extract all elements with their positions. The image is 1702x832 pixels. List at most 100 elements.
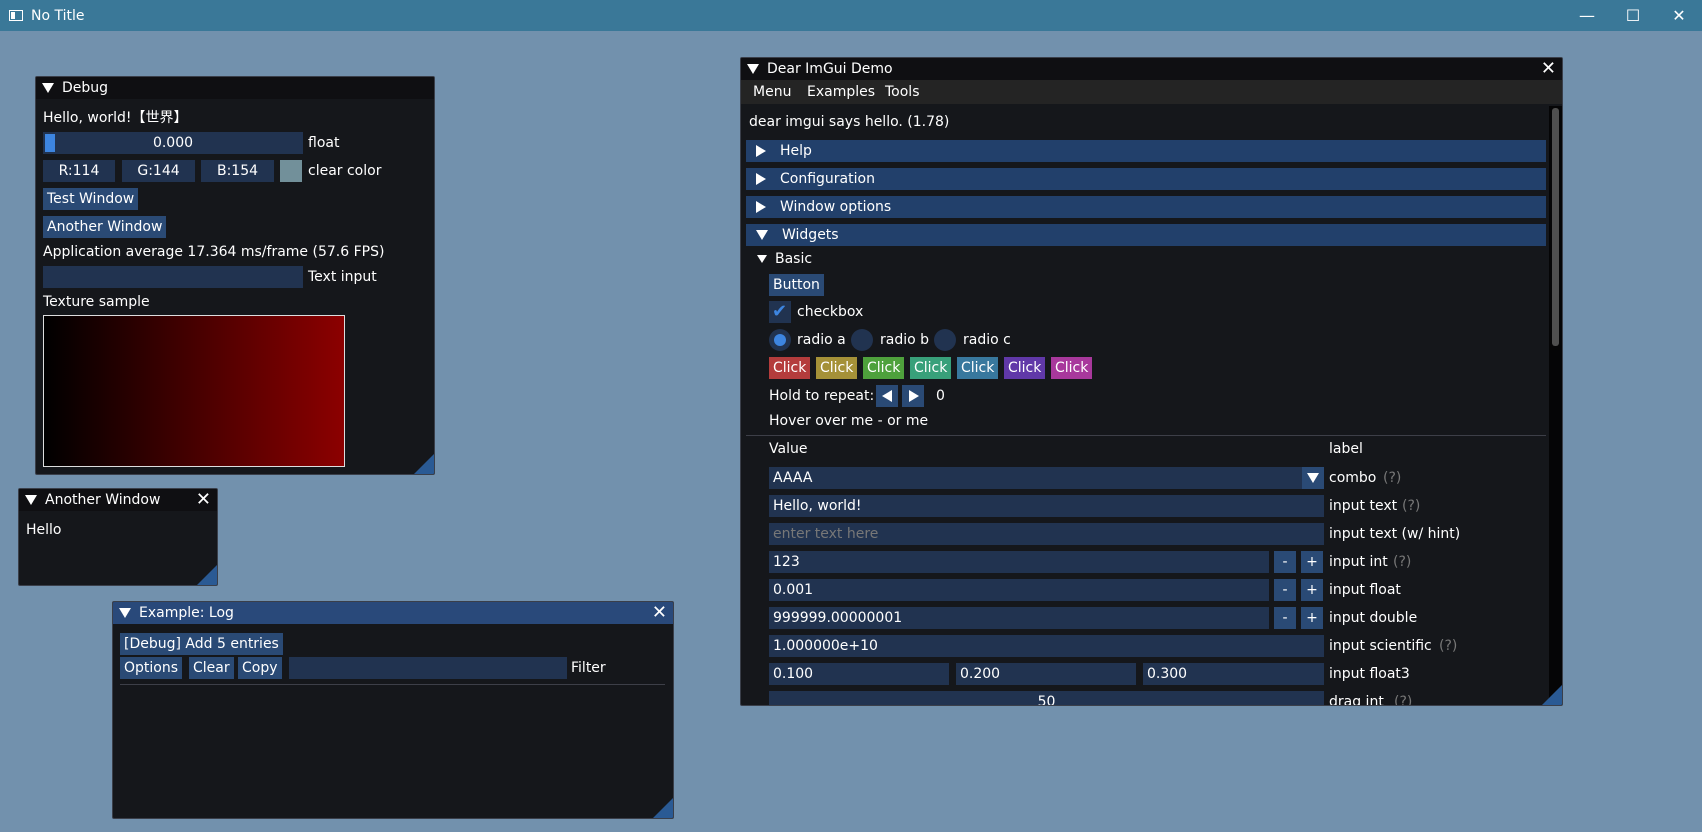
another-window-title-bar[interactable]: Another Window ✕: [19, 489, 217, 511]
input-float-field[interactable]: 0.001: [769, 579, 1269, 601]
float-minus-button[interactable]: -: [1274, 579, 1296, 601]
combo-label: combo: [1329, 470, 1377, 486]
drag-int-field[interactable]: 50: [769, 691, 1324, 705]
help-marker-input-scientific[interactable]: (?): [1439, 636, 1457, 656]
checkbox-label: checkbox: [797, 304, 864, 320]
resize-grip[interactable]: [1542, 685, 1562, 705]
float-label: float: [308, 135, 340, 151]
arrow-right-icon: [756, 145, 766, 157]
hover-text[interactable]: Hover over me - or me: [769, 411, 928, 431]
another-window-button[interactable]: Another Window: [43, 216, 167, 238]
debug-window-title-bar[interactable]: Debug: [36, 77, 434, 99]
hello-world-text: Hello, world!【世界】: [43, 110, 188, 126]
maximize-button[interactable]: ☐: [1610, 0, 1656, 31]
close-button[interactable]: ✕: [1656, 0, 1702, 31]
help-marker-input-int[interactable]: (?): [1393, 552, 1411, 572]
input-hint-field[interactable]: enter text here: [769, 523, 1324, 545]
click-button-3[interactable]: Click: [863, 357, 905, 379]
checkbox-box[interactable]: ✔: [769, 301, 791, 323]
collapse-triangle-icon[interactable]: [25, 495, 37, 505]
arrow-down-icon: [757, 255, 767, 263]
log-content-area[interactable]: [120, 688, 665, 806]
demo-scrollbar-thumb[interactable]: [1552, 108, 1559, 346]
click-button-4[interactable]: Click: [910, 357, 952, 379]
tree-node-basic[interactable]: Basic: [757, 249, 812, 269]
os-title-bar: No Title — ☐ ✕: [0, 0, 1702, 31]
filter-input[interactable]: [289, 657, 567, 679]
input-double-label: input double: [1329, 610, 1418, 626]
close-icon[interactable]: ✕: [196, 490, 211, 510]
arrow-left-icon: [882, 390, 892, 402]
color-g-field[interactable]: G:144: [122, 160, 195, 182]
add-entries-button[interactable]: [Debug] Add 5 entries: [120, 633, 283, 655]
click-button-1[interactable]: Click: [769, 357, 811, 379]
collapse-triangle-icon[interactable]: [747, 64, 759, 74]
combo-arrow-button[interactable]: [1302, 467, 1324, 489]
float-slider[interactable]: 0.000: [43, 132, 303, 154]
combo-value: AAAA: [773, 470, 813, 486]
double-plus-button[interactable]: +: [1301, 607, 1323, 629]
close-icon[interactable]: ✕: [1541, 59, 1556, 79]
collapse-triangle-icon[interactable]: [119, 608, 131, 618]
another-window: Another Window ✕ Hello: [18, 488, 218, 586]
demo-window: Dear ImGui Demo ✕ Menu Examples Tools de…: [740, 57, 1563, 706]
text-input-field[interactable]: [43, 266, 303, 288]
float-plus-button[interactable]: +: [1301, 579, 1323, 601]
resize-grip[interactable]: [197, 565, 217, 585]
click-button-2[interactable]: Click: [816, 357, 858, 379]
column-header-value: Value: [769, 441, 808, 457]
input-int-field[interactable]: 123: [769, 551, 1269, 573]
click-button-6[interactable]: Click: [1004, 357, 1046, 379]
arrow-right-icon: [756, 173, 766, 185]
help-marker-input-text[interactable]: (?): [1402, 496, 1420, 516]
input-scientific-field[interactable]: 1.000000e+10: [769, 635, 1324, 657]
repeat-left-button[interactable]: [876, 385, 898, 407]
input-text-label: input text: [1329, 498, 1398, 514]
help-marker-drag-int[interactable]: (?): [1394, 692, 1412, 705]
int-minus-button[interactable]: -: [1274, 551, 1296, 573]
combo-box[interactable]: AAAA: [769, 467, 1324, 489]
resize-grip[interactable]: [653, 798, 673, 818]
button-widget[interactable]: Button: [769, 274, 824, 296]
close-icon[interactable]: ✕: [652, 603, 667, 623]
double-minus-button[interactable]: -: [1274, 607, 1296, 629]
radio-c[interactable]: [934, 329, 956, 351]
hold-to-repeat-label: Hold to repeat:: [769, 388, 875, 404]
radio-a-label: radio a: [797, 332, 846, 348]
input-text-field[interactable]: Hello, world!: [769, 495, 1324, 517]
resize-grip[interactable]: [414, 454, 434, 474]
header-widgets[interactable]: Widgets: [746, 224, 1546, 246]
header-configuration-label: Configuration: [780, 171, 875, 187]
options-button[interactable]: Options: [120, 657, 183, 679]
header-help[interactable]: Help: [746, 140, 1546, 162]
copy-button[interactable]: Copy: [238, 657, 282, 679]
clear-color-swatch[interactable]: [280, 160, 302, 182]
radio-b[interactable]: [851, 329, 873, 351]
log-window-title-bar[interactable]: Example: Log ✕: [113, 602, 673, 624]
arrow-right-icon: [756, 201, 766, 213]
repeat-right-button[interactable]: [902, 385, 924, 407]
click-button-7[interactable]: Click: [1051, 357, 1093, 379]
another-hello-text: Hello: [26, 522, 62, 538]
menu-item-menu[interactable]: Menu: [753, 82, 791, 102]
int-plus-button[interactable]: +: [1301, 551, 1323, 573]
test-window-button[interactable]: Test Window: [43, 188, 139, 210]
radio-a[interactable]: [769, 329, 791, 351]
collapse-triangle-icon[interactable]: [42, 83, 54, 93]
help-marker-combo[interactable]: (?): [1383, 468, 1401, 488]
click-button-5[interactable]: Click: [957, 357, 999, 379]
input-float3-z[interactable]: 0.300: [1143, 663, 1324, 685]
demo-window-title-bar[interactable]: Dear ImGui Demo ✕: [741, 58, 1562, 80]
clear-button[interactable]: Clear: [189, 657, 234, 679]
menu-item-tools[interactable]: Tools: [885, 82, 920, 102]
input-float3-x[interactable]: 0.100: [769, 663, 949, 685]
input-float3-y[interactable]: 0.200: [956, 663, 1136, 685]
texture-sample-image: [43, 315, 345, 467]
menu-item-examples[interactable]: Examples: [807, 82, 875, 102]
color-b-field[interactable]: B:154: [201, 160, 274, 182]
header-window-options[interactable]: Window options: [746, 196, 1546, 218]
color-r-field[interactable]: R:114: [43, 160, 115, 182]
minimize-button[interactable]: —: [1564, 0, 1610, 31]
header-configuration[interactable]: Configuration: [746, 168, 1546, 190]
input-double-field[interactable]: 999999.00000001: [769, 607, 1269, 629]
